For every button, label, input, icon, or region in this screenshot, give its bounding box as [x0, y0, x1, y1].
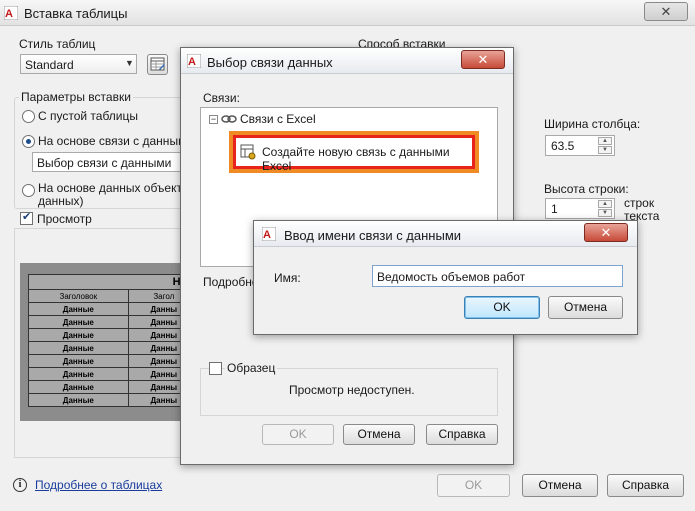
- svg-text:A: A: [263, 229, 271, 241]
- radio-empty-table[interactable]: [22, 110, 35, 123]
- radio-datalink[interactable]: [22, 135, 35, 148]
- details-label: Подробно: [203, 275, 259, 289]
- preview-table-cell: Данны: [127, 354, 182, 368]
- tree-child-label: Создайте новую связь с данными Excel: [262, 145, 450, 173]
- radio-empty-table-label: С пустой таблицы: [38, 109, 139, 123]
- autocad-app-icon: A: [187, 54, 201, 68]
- row-height-label: Высота строки:: [544, 182, 629, 196]
- preview-canvas: Назв Заголовок Загол ДанныеДанны ДанныеД…: [20, 263, 182, 421]
- tree-item-new-excel-link[interactable]: Создайте новую связь с данными Excel: [236, 138, 472, 173]
- datalink-select[interactable]: Выбор связи с данными: [32, 152, 182, 172]
- table-style-dialog-button[interactable]: [147, 54, 168, 75]
- preview-table-cell: Данные: [28, 341, 129, 355]
- autocad-app-icon: A: [4, 6, 18, 20]
- radio-object-data-label: На основе данных объекта (: [38, 181, 196, 195]
- no-preview-text: Просмотр недоступен.: [289, 383, 415, 397]
- name-dialog: A Ввод имени связи с данными ✕ Имя: Ведо…: [253, 220, 638, 335]
- preview-table-cell: Данные: [28, 302, 129, 316]
- datalink-close-button[interactable]: ✕: [461, 50, 505, 69]
- preview-table-cell: Данные: [28, 354, 129, 368]
- radio-object-data[interactable]: [22, 184, 35, 197]
- preview-label: Просмотр: [37, 212, 92, 226]
- tree-root-label[interactable]: Связи с Excel: [240, 112, 316, 126]
- radio-object-data-label-2: данных): [38, 194, 84, 208]
- svg-text:A: A: [5, 8, 13, 20]
- preview-table-cell: Данные: [28, 328, 129, 342]
- datalink-help-button[interactable]: Справка: [426, 424, 498, 445]
- svg-text:A: A: [188, 56, 196, 68]
- table-style-icon: [150, 57, 165, 71]
- main-ok-button[interactable]: OK: [437, 474, 510, 497]
- insert-params-label: Параметры вставки: [19, 90, 133, 104]
- preview-table-cell: Данные: [28, 393, 129, 407]
- preview-table-title: Назв: [28, 274, 182, 290]
- preview-checkbox[interactable]: ✔: [20, 211, 33, 225]
- datalink-dialog-titlebar: A Выбор связи данных ✕: [181, 48, 513, 74]
- row-height-down-button[interactable]: ▼: [598, 209, 612, 217]
- name-dialog-close-button[interactable]: ✕: [584, 223, 628, 242]
- datalink-dialog-title: Выбор связи данных: [207, 55, 333, 70]
- sample-label: Образец: [225, 361, 278, 375]
- name-dialog-titlebar: A Ввод имени связи с данными ✕: [254, 221, 637, 247]
- excel-link-icon: [221, 115, 237, 123]
- main-cancel-button[interactable]: Отмена: [522, 474, 598, 497]
- datalink-cancel-button[interactable]: Отмена: [343, 424, 415, 445]
- preview-table-cell: Данны: [127, 380, 182, 394]
- name-ok-button[interactable]: OK: [464, 296, 540, 319]
- links-label: Связи:: [203, 91, 240, 105]
- table-style-label: Стиль таблиц: [19, 37, 96, 51]
- main-close-button[interactable]: ✕: [644, 2, 688, 21]
- col-width-label: Ширина столбца:: [544, 117, 641, 131]
- chevron-down-icon: ▼: [125, 58, 134, 68]
- help-link[interactable]: Подробнее о таблицах: [35, 478, 162, 492]
- tree-expander-icon[interactable]: −: [209, 115, 218, 124]
- name-input[interactable]: Ведомость объемов работ: [372, 265, 623, 287]
- preview-table: Назв Заголовок Загол ДанныеДанны ДанныеД…: [28, 274, 182, 407]
- main-help-button[interactable]: Справка: [607, 474, 684, 497]
- preview-table-cell: Данны: [127, 341, 182, 355]
- preview-table-cell: Данны: [127, 367, 182, 381]
- preview-table-header: Заголовок: [28, 289, 129, 303]
- sample-checkbox[interactable]: [209, 362, 222, 375]
- col-width-down-button[interactable]: ▼: [598, 146, 612, 154]
- preview-table-cell: Данные: [28, 380, 129, 394]
- preview-table-cell: Данны: [127, 393, 182, 407]
- preview-table-header: Загол: [127, 289, 182, 303]
- table-style-select[interactable]: Standard ▼: [20, 54, 137, 74]
- row-unit-label: строк: [624, 196, 655, 210]
- name-label: Имя:: [274, 271, 301, 285]
- preview-table-cell: Данны: [127, 328, 182, 342]
- new-link-icon: [240, 144, 256, 160]
- info-icon: i: [13, 478, 27, 492]
- preview-table-cell: Данны: [127, 315, 182, 329]
- col-width-up-button[interactable]: ▲: [598, 137, 612, 145]
- main-titlebar: A Вставка таблицы ✕: [0, 0, 695, 26]
- main-title: Вставка таблицы: [24, 6, 128, 21]
- radio-datalink-label: На основе связи с данными: [38, 134, 194, 148]
- autocad-app-icon: A: [262, 227, 276, 241]
- name-cancel-button[interactable]: Отмена: [548, 296, 623, 319]
- preview-table-cell: Данные: [28, 315, 129, 329]
- preview-table-cell: Данны: [127, 302, 182, 316]
- row-height-up-button[interactable]: ▲: [598, 200, 612, 208]
- datalink-ok-button[interactable]: OK: [262, 424, 334, 445]
- name-dialog-title: Ввод имени связи с данными: [284, 228, 462, 243]
- checkmark-icon: ✔: [22, 211, 32, 223]
- preview-table-cell: Данные: [28, 367, 129, 381]
